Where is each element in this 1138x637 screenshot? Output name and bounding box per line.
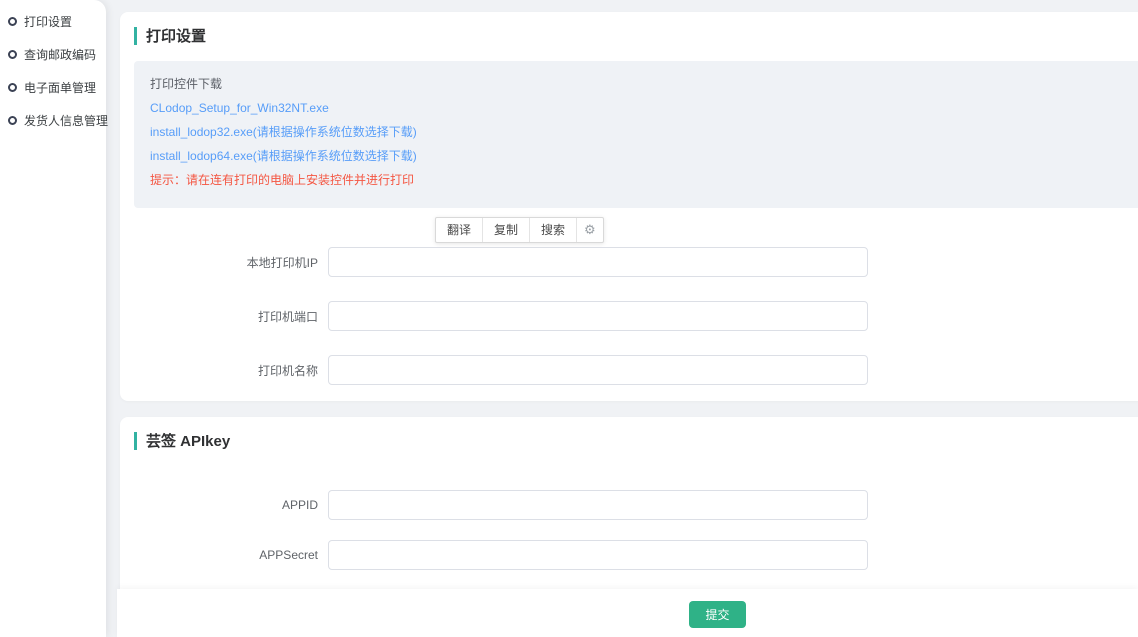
translate-button[interactable]: 翻译: [436, 218, 483, 242]
form-row-printer-name: 打印机名称: [120, 355, 1138, 385]
printer-port-input[interactable]: [328, 301, 868, 331]
form-row-appid: APPID: [120, 490, 1138, 520]
sidebar-item-label: 电子面单管理: [24, 79, 96, 96]
download-link-lodop32[interactable]: install_lodop32.exe(请根据操作系统位数选择下载): [150, 120, 1138, 144]
printer-name-input[interactable]: [328, 355, 868, 385]
printer-name-label: 打印机名称: [120, 362, 328, 379]
sidebar-item-label: 打印设置: [24, 13, 72, 30]
form-row-appsecret: APPSecret: [120, 540, 1138, 570]
download-link-lodop64[interactable]: install_lodop64.exe(请根据操作系统位数选择下载): [150, 144, 1138, 168]
apikey-header: 芸签 APIkey: [120, 417, 1138, 451]
sidebar: 打印设置 查询邮政编码 电子面单管理 发货人信息管理: [0, 0, 106, 637]
download-box-title: 打印控件下载: [150, 72, 1138, 96]
print-control-download-box: 打印控件下载 CLodop_Setup_for_Win32NT.exe inst…: [134, 61, 1138, 208]
gear-icon[interactable]: ⚙: [577, 218, 603, 242]
appsecret-label: APPSecret: [120, 548, 328, 562]
printer-ip-input[interactable]: [328, 247, 868, 277]
form-row-printer-port: 打印机端口: [120, 301, 1138, 331]
accent-bar: [134, 27, 137, 45]
appid-label: APPID: [120, 498, 328, 512]
sidebar-item-ewaybill-manage[interactable]: 电子面单管理: [0, 71, 106, 104]
apikey-form: APPID APPSecret: [120, 490, 1138, 570]
appsecret-input[interactable]: [328, 540, 868, 570]
print-settings-card: 打印设置 打印控件下载 CLodop_Setup_for_Win32NT.exe…: [120, 12, 1138, 401]
print-settings-header: 打印设置: [120, 12, 1138, 46]
sidebar-item-print-settings[interactable]: 打印设置: [0, 5, 106, 38]
sidebar-item-label: 查询邮政编码: [24, 46, 96, 63]
radio-circle-icon: [8, 83, 17, 92]
apikey-section-title: 芸签 APIkey: [146, 430, 230, 451]
sidebar-item-label: 发货人信息管理: [24, 112, 108, 129]
sidebar-item-postcode-query[interactable]: 查询邮政编码: [0, 38, 106, 71]
sidebar-item-sender-info-manage[interactable]: 发货人信息管理: [0, 104, 106, 137]
appid-input[interactable]: [328, 490, 868, 520]
download-tip-text: 提示：请在连有打印的电脑上安装控件并进行打印: [150, 168, 1138, 192]
submit-button[interactable]: 提交: [689, 601, 746, 628]
radio-circle-icon: [8, 17, 17, 26]
page-title: 打印设置: [146, 25, 206, 46]
download-link-clodop[interactable]: CLodop_Setup_for_Win32NT.exe: [150, 96, 1138, 120]
footer-bar: 提交: [117, 589, 1138, 637]
print-settings-form: 本地打印机IP 打印机端口 打印机名称: [120, 247, 1138, 385]
search-button[interactable]: 搜索: [530, 218, 577, 242]
text-selection-toolbar: 翻译 复制 搜索 ⚙: [435, 217, 604, 243]
accent-bar: [134, 432, 137, 450]
radio-circle-icon: [8, 116, 17, 125]
printer-ip-label: 本地打印机IP: [120, 254, 328, 271]
form-row-printer-ip: 本地打印机IP: [120, 247, 1138, 277]
printer-port-label: 打印机端口: [120, 308, 328, 325]
copy-button[interactable]: 复制: [483, 218, 530, 242]
radio-circle-icon: [8, 50, 17, 59]
